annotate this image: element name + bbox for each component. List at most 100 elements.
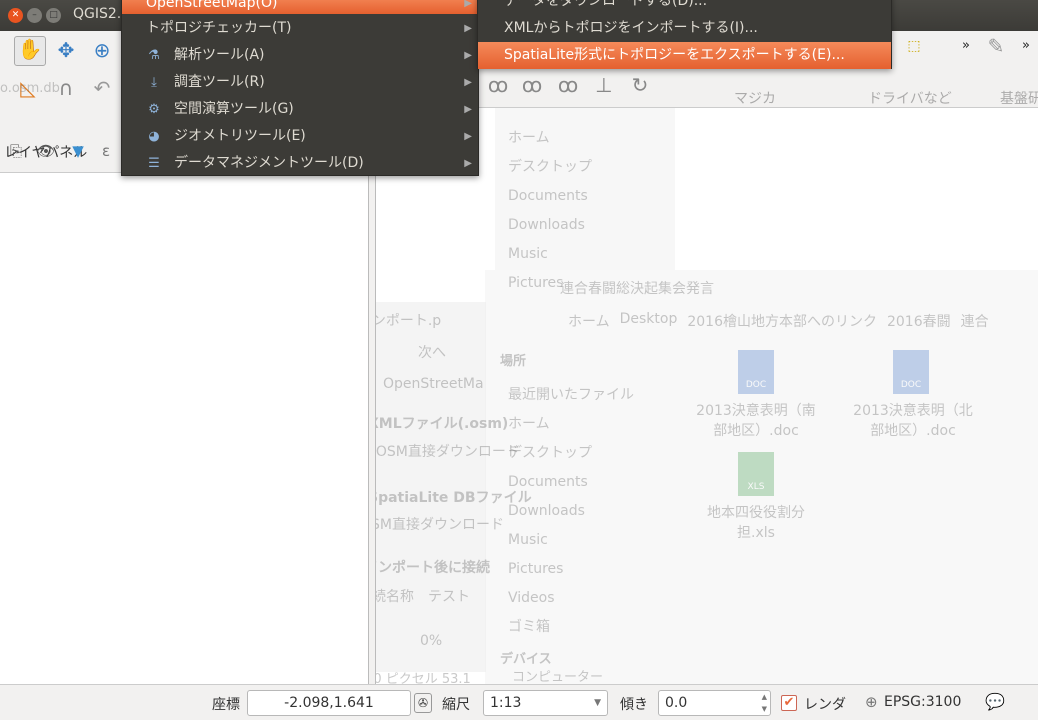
messages-icon[interactable]: 💬 [985,692,1005,711]
place-item: ホーム [508,130,550,146]
place-item: Pictures [508,561,564,577]
file-name: 2013決意表明（北部地区）.doc [853,403,973,439]
ghost-next: 次へ [418,345,446,361]
pan-hand-icon[interactable]: ✋ [14,36,46,66]
layer-panel[interactable] [0,172,368,684]
topology-tool-icon[interactable]: ꝏ [518,73,546,97]
ghost-folder: マジカ [734,91,776,107]
status-bar: 座標 -2.098,1.641 ✇ 縮尺 1:13 ▼ 傾き 0.0 ▲ ▼ ✔ レン… [0,684,1038,720]
ghost-devices-header: デバイス [500,652,552,667]
eye-visibility-icon[interactable]: 👁 [32,139,60,163]
rotation-spinbox[interactable]: 0.0 ▲ ▼ [658,690,771,716]
menu-item-label: データマネジメントツール(D) [174,155,364,171]
menu-item-import-topology[interactable]: XMLからトポロジをインポートする(I)... [478,15,891,42]
submenu-arrow-icon: ▶ [464,158,472,169]
menu-item-label: XMLからトポロジをインポートする(I)... [504,20,758,36]
expression-filter-icon[interactable]: ε [92,139,120,163]
breadcrumb-item: Desktop [619,311,678,327]
menu-item-openstreetmap[interactable]: OpenStreetMap(O) ▶ [122,0,478,14]
menu-item-topology-checker[interactable]: トポロジチェッカー(T) ▶ [122,15,478,42]
render-checkbox[interactable]: ✔ [781,695,797,711]
menu-item-analysis-tools[interactable]: ⚗ 解析ツール(A) ▶ [122,42,478,69]
ghost-top-places: ホーム デスクトップ Documents Downloads Music Pic… [508,124,592,298]
menu-item-label: 調査ツール(R) [174,74,265,90]
scale-combobox[interactable]: 1:13 ▼ [483,690,608,716]
menu-item-download-data[interactable]: データをダウンロードする(D)... [478,0,891,15]
toolbar-overflow-icon[interactable]: » [952,34,980,58]
toolbar-overflow-icon[interactable]: » [1012,34,1038,58]
coordinate-label: 座標 [212,697,240,713]
place-item: Downloads [508,217,585,233]
panel-splitter[interactable] [368,172,376,684]
edit-pencil-icon[interactable]: ✎ [982,34,1010,58]
place-item: Pictures [508,275,564,291]
place-item: Videos [508,590,555,606]
menu-item-label: ジオメトリツール(E) [174,128,306,144]
close-button[interactable]: ✕ [8,8,23,23]
spin-arrows-icon[interactable]: ▲ ▼ [762,691,767,715]
ghost-checkbox-label: インポート後に接続 [364,560,490,576]
filter-icon[interactable]: ▼ [64,139,92,163]
place-item: Documents [508,188,588,204]
chevron-down-icon: ▼ [594,698,601,708]
crs-label[interactable]: EPSG:3100 [884,694,961,710]
pan-to-selection-icon[interactable]: ✥ [52,38,80,62]
doc-file-icon: DOC [893,350,929,394]
layers-icon: ☰ [148,156,160,171]
plugins-menu: OpenStreetMap(O) ▶ トポロジチェッカー(T) ▶ ⚗ 解析ツール(A… [121,0,479,176]
doc-file-icon: DOC [738,350,774,394]
xls-file-icon: XLS [738,452,774,496]
microscope-icon: ⚗ [148,48,160,63]
menu-item-label: SpatiaLite形式にトポロジーをエクスポートする(E)... [504,47,845,63]
file-name: 2013決意表明（南部地区）.doc [696,403,816,439]
place-item: ホーム [508,416,550,432]
submenu-arrow-icon: ▶ [464,50,472,61]
breadcrumb-item: 連合 [960,314,989,330]
scale-label: 縮尺 [442,697,470,713]
menu-item-geoprocessing-tools[interactable]: ⚙ 空間演算ツール(G) ▶ [122,96,478,123]
openstreetmap-submenu: データをダウンロードする(D)... XMLからトポロジをインポートする(I).… [477,0,892,69]
topology-tool-icon[interactable]: ꝏ [484,73,512,97]
menu-item-research-tools[interactable]: ⤓ 調査ツール(R) ▶ [122,69,478,96]
ghost-breadcrumb: ホーム Desktop 2016檜山地方本部へのリンク 2016春闘 連合 [568,311,989,331]
coordinate-field[interactable]: -2.098,1.641 [247,690,411,716]
undo-icon[interactable]: ↶ [88,76,116,100]
topology-tool-icon[interactable]: ꝏ [554,73,582,97]
place-item: Music [508,246,548,262]
select-rectangle-icon[interactable]: ⬚ [900,34,928,58]
fill-tool-icon[interactable]: ⊥ [590,73,618,97]
window-title: QGIS2. [73,6,122,22]
refresh-icon[interactable]: ↻ [626,73,654,97]
ghost-conn-value: テスト [428,589,470,605]
menu-item-label: 空間演算ツール(G) [174,101,294,117]
zoom-in-icon[interactable]: ⊕ [88,38,116,62]
globe-crs-icon[interactable]: ⊕ [865,693,878,711]
ghost-places: 最近開いたファイル ホーム デスクトップ Documents Downloads… [508,381,634,642]
menu-item-export-topology-spatialite[interactable]: SpatiaLite形式にトポロジーをエクスポートする(E)... [478,42,891,69]
ghost-places-header: 場所 [500,354,527,369]
breadcrumb-item: ホーム [568,314,610,330]
ghost-folder: 基盤研 [1000,91,1038,107]
rotation-value: 0.0 [665,695,688,711]
menu-item-label: データをダウンロードする(D)... [504,0,708,9]
add-group-icon[interactable]: ⎘ [2,139,30,163]
render-label: レンダ [804,697,846,713]
menu-item-geometry-tools[interactable]: ◕ ジオメトリツール(E) ▶ [122,123,478,150]
ghost-folder: ドライバなど [868,91,952,107]
maximize-button[interactable]: □ [46,8,61,23]
submenu-arrow-icon: ▶ [464,104,472,115]
file-name: 地本四役役割分担.xls [707,505,805,541]
scale-value: 1:13 [490,695,522,711]
ghost-progress: 0% [420,633,443,649]
breadcrumb-item: 2016春闘 [886,314,951,330]
toggle-extents-mouse-icon[interactable]: ✇ [414,693,432,713]
submenu-arrow-icon: ▶ [464,131,472,142]
ghost-dialog-title: OpenStreetMa [383,376,484,392]
submenu-arrow-icon: ▶ [464,23,472,34]
menu-item-data-management-tools[interactable]: ☰ データマネジメントツール(D) ▶ [122,150,478,177]
ghost-device: コンピューター [512,670,604,685]
menu-item-label: トポロジチェッカー(T) [146,20,292,36]
minimize-button[interactable]: – [27,8,42,23]
place-item: デスクトップ [508,445,592,461]
ghost-db: o.osm.db [0,81,60,96]
